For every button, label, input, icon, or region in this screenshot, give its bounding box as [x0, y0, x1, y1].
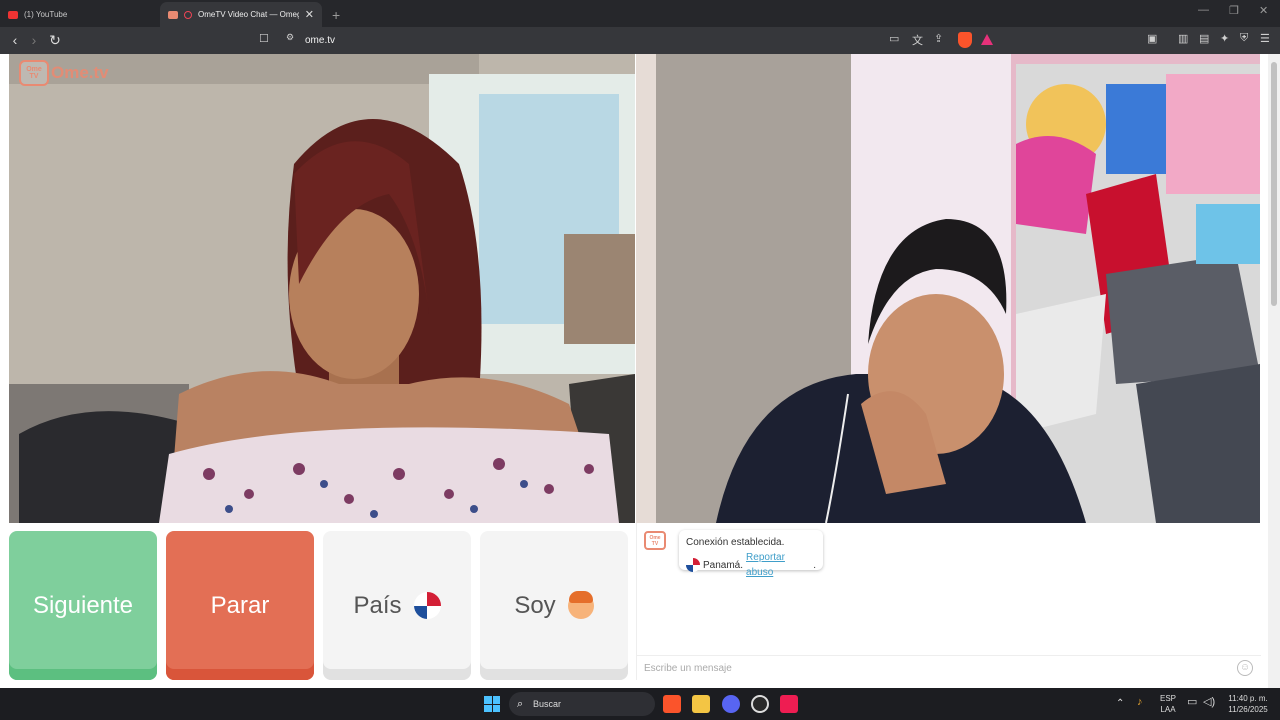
next-button[interactable]: Siguiente: [9, 531, 157, 680]
report-abuse-link[interactable]: Reportar abuso: [746, 550, 810, 580]
tab-title: (1) YouTube: [24, 10, 68, 19]
language-code: ESP: [1159, 694, 1176, 703]
tab-title: OmeTV Video Chat — Omegl: [198, 10, 299, 19]
clock-time: 11:40 p. m.: [1228, 694, 1268, 703]
brave-icon[interactable]: [663, 695, 681, 713]
brave-rewards-icon[interactable]: [981, 34, 993, 45]
back-icon[interactable]: ‹: [5, 31, 25, 49]
ometv-favicon-icon: [168, 10, 178, 19]
message-input[interactable]: [644, 662, 1204, 674]
country-line: Panamá. Reportar abuso.: [686, 550, 816, 580]
reload-icon[interactable]: ↻: [45, 31, 65, 49]
self-video: [636, 54, 1260, 523]
tab-youtube[interactable]: (1) YouTube: [0, 2, 160, 27]
translate-icon[interactable]: 文: [912, 32, 923, 48]
recording-icon: [184, 10, 192, 19]
new-tab-button[interactable]: +: [332, 2, 340, 27]
microphone-icon[interactable]: ♪: [1137, 697, 1143, 708]
self-video-frame: [636, 54, 1260, 523]
taskbar-search[interactable]: ⌕ Buscar: [509, 692, 655, 716]
emoji-icon[interactable]: ☺: [1237, 660, 1253, 676]
scrollbar-thumb[interactable]: [1271, 62, 1277, 306]
sidebar-icon[interactable]: ▥: [1178, 32, 1188, 45]
logo-text: Ome.tv: [51, 63, 109, 82]
ometv-chat-avatar: Ome TV: [644, 531, 666, 550]
share-icon[interactable]: ⇪: [934, 32, 943, 45]
language-indicator[interactable]: ESP LAA: [1156, 693, 1180, 715]
system-message: Conexión establecida. Panamá. Reportar a…: [679, 530, 823, 578]
chat-panel: Ome TV Conexión establecida. Panamá. Rep…: [636, 523, 1261, 680]
discord-icon[interactable]: [722, 695, 740, 713]
browser-toolbar: ‹ › ↻ ☐ ⚙ ome.tv ▭ 文 ⇪ ▣ ▥ ▤ ✦ ⛨ ☰: [0, 27, 1280, 54]
close-tab-icon[interactable]: ✕: [305, 8, 314, 21]
stop-button-label: Parar: [210, 591, 270, 619]
partner-country: Panamá.: [703, 559, 744, 571]
vpn-icon[interactable]: ⛨: [1240, 32, 1248, 45]
gender-button-label: Soy: [514, 591, 556, 619]
search-icon: ⌕: [517, 698, 524, 710]
file-explorer-icon[interactable]: [692, 695, 710, 713]
panama-flag-icon: [413, 592, 441, 619]
remote-video: Ome TV Ome.tv: [9, 54, 635, 523]
country-button[interactable]: País: [323, 531, 471, 680]
connection-status: Conexión establecida.: [686, 537, 785, 548]
browser-tab-strip: (1) YouTube OmeTV Video Chat — Omegl ✕ +…: [0, 0, 1280, 27]
tab-ometv[interactable]: OmeTV Video Chat — Omegl ✕: [160, 2, 322, 27]
chatgpt-icon[interactable]: [751, 695, 769, 713]
report-suffix: .: [813, 559, 816, 571]
cast-icon[interactable]: ▭: [889, 32, 899, 45]
bookmark-icon[interactable]: ☐: [259, 32, 269, 45]
ometv-page: Ome TV Ome.tv Siguiente Parar País Soy O…: [0, 54, 1280, 688]
next-button-label: Siguiente: [32, 591, 134, 619]
forward-icon[interactable]: ›: [24, 31, 44, 49]
clock-date: 11/26/2025: [1228, 705, 1268, 714]
stop-button[interactable]: Parar: [166, 531, 314, 680]
clock[interactable]: 11:40 p. m. 11/26/2025: [1222, 693, 1274, 715]
tab-search-icon[interactable]: ▣: [1147, 32, 1157, 45]
boy-face-icon: [567, 590, 594, 619]
panama-flag-icon: [686, 558, 700, 572]
youtube-favicon-icon: [8, 10, 18, 19]
tiktok-icon[interactable]: [780, 695, 798, 713]
wallet-icon[interactable]: ▤: [1199, 32, 1209, 45]
country-button-label: País: [353, 591, 402, 619]
show-hidden-icons-icon[interactable]: ⌃: [1116, 698, 1124, 709]
page-scrollbar[interactable]: [1268, 54, 1280, 688]
address-bar[interactable]: ome.tv: [305, 35, 335, 46]
windows-icon[interactable]: [484, 696, 500, 712]
windows-taskbar: ⌕ Buscar ⌃ ♪ ESP LAA ▭ ◁) 11:40 p. m. 11…: [0, 688, 1280, 720]
network-icon[interactable]: ▭: [1187, 697, 1197, 708]
keyboard-layout: LAA: [1160, 705, 1176, 714]
restore-icon[interactable]: ❐: [1229, 4, 1239, 17]
chat-input-bar: ☺: [637, 655, 1261, 680]
menu-icon[interactable]: ☰: [1260, 32, 1270, 45]
minimize-icon[interactable]: —: [1198, 4, 1209, 16]
logo-badge: Ome TV: [19, 60, 49, 86]
leo-ai-icon[interactable]: ✦: [1220, 32, 1229, 45]
remote-video-frame: [9, 54, 635, 523]
close-window-icon[interactable]: ✕: [1259, 4, 1268, 17]
volume-icon[interactable]: ◁): [1203, 697, 1215, 708]
gender-button[interactable]: Soy: [480, 531, 628, 680]
search-label: Buscar: [533, 699, 562, 709]
ometv-logo: Ome TV Ome.tv: [19, 60, 109, 86]
brave-shields-icon[interactable]: [958, 32, 972, 48]
site-info-icon[interactable]: ⚙: [286, 32, 294, 43]
